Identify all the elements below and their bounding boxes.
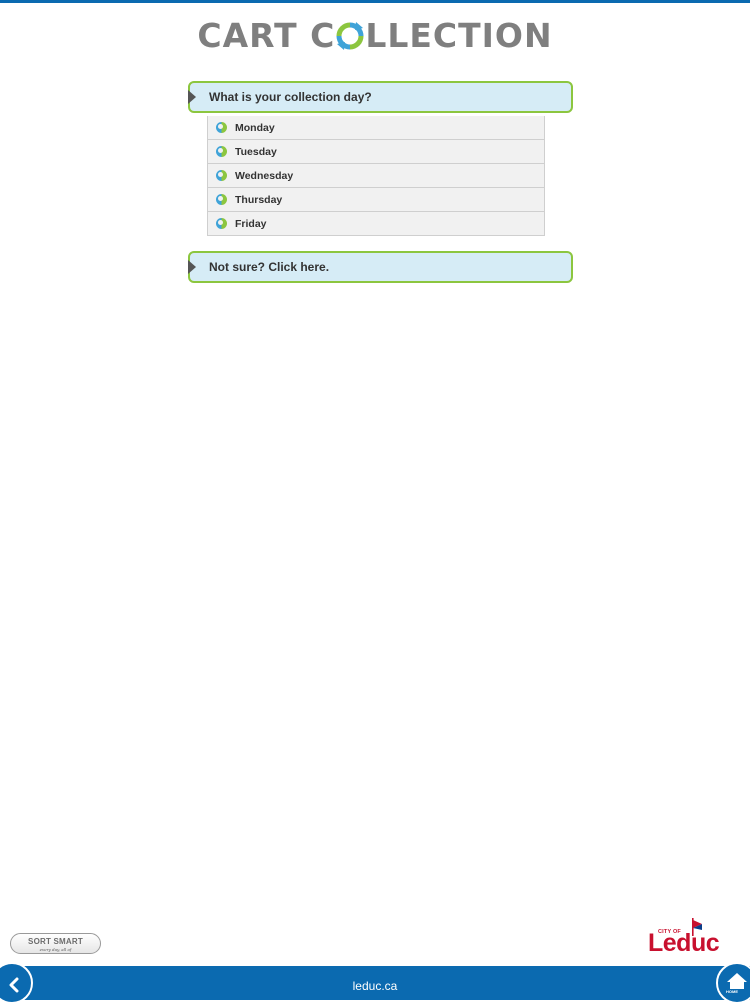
collection-day-header[interactable]: What is your collection day?: [188, 81, 573, 113]
page-title: CART C LLECTION: [0, 14, 750, 58]
title-text-end: LLECTION: [365, 16, 553, 55]
day-option-wednesday[interactable]: Wednesday: [208, 164, 544, 188]
top-accent-bar: [0, 0, 750, 3]
title-text-start: CART C: [197, 16, 336, 55]
footer-website-link[interactable]: leduc.ca: [0, 966, 750, 1006]
not-sure-button[interactable]: Not sure? Click here.: [188, 251, 573, 283]
day-option-thursday[interactable]: Thursday: [208, 188, 544, 212]
radio-ring-icon[interactable]: [216, 194, 227, 205]
radio-ring-icon[interactable]: [216, 170, 227, 181]
expand-triangle-icon: [188, 90, 196, 104]
radio-ring-icon[interactable]: [216, 218, 227, 229]
radio-ring-icon[interactable]: [216, 122, 227, 133]
sort-smart-logo-text: SORT SMART: [28, 937, 83, 946]
home-button[interactable]: HOME: [716, 962, 750, 1004]
radio-ring-icon[interactable]: [216, 146, 227, 157]
day-option-friday[interactable]: Friday: [208, 212, 544, 236]
footer-bar: leduc.ca: [0, 966, 750, 1000]
collection-day-question: What is your collection day?: [209, 90, 372, 104]
logo-leduc-word: Leduc: [648, 929, 720, 957]
sort-smart-button[interactable]: SORT SMART every day, all of: [10, 933, 101, 954]
not-sure-label: Not sure? Click here.: [209, 260, 330, 274]
day-option-label: Monday: [235, 122, 275, 134]
chevron-left-icon: [9, 977, 19, 993]
expand-triangle-icon: [188, 260, 196, 274]
day-option-monday[interactable]: Monday: [208, 116, 544, 140]
day-option-label: Thursday: [235, 194, 283, 206]
sort-smart-tagline: every day, all of: [39, 947, 72, 952]
day-option-label: Friday: [235, 218, 267, 230]
day-option-label: Tuesday: [235, 146, 277, 158]
recycle-icon: [336, 22, 364, 50]
day-option-tuesday[interactable]: Tuesday: [208, 140, 544, 164]
city-of-leduc-logo: CITY OF Leduc: [648, 918, 722, 960]
day-option-label: Wednesday: [235, 170, 294, 182]
house-icon: [727, 973, 747, 989]
home-label: HOME: [726, 989, 738, 994]
day-options-list: Monday Tuesday Wednesday Thursday Friday: [207, 116, 545, 236]
